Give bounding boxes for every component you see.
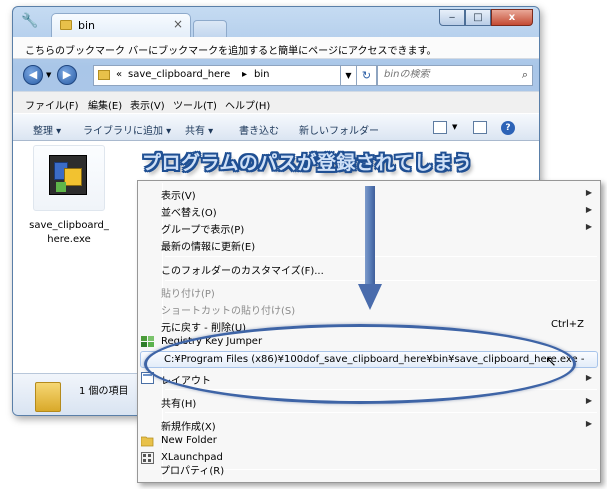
file-name-line1: save_clipboard_ [29, 220, 109, 231]
folder-icon [98, 70, 110, 80]
command-bar: 整理 ▾ ライブラリに追加 ▾ 共有 ▾ 書き込む 新しいフォルダー ▼ ? [13, 113, 539, 141]
menu-item-label: 貼り付け(P) [161, 289, 215, 300]
breadcrumb-bin[interactable]: bin [254, 69, 269, 80]
add-to-library-button[interactable]: ライブラリに追加 ▾ [83, 122, 171, 137]
menu-item-label: このフォルダーのカスタマイズ(F)... [161, 266, 324, 277]
menu-edit[interactable]: 編集(E) [88, 97, 122, 112]
breadcrumb-overflow[interactable]: « [116, 69, 122, 80]
menu-item-label: 並べ替え(O) [161, 208, 217, 219]
address-dropdown-icon[interactable]: ▼ [341, 65, 357, 86]
minimize-button[interactable]: ‒ [439, 9, 465, 26]
address-bar[interactable]: « save_clipboard_here ▸ bin [93, 65, 341, 86]
breadcrumb-save-clipboard-here[interactable]: save_clipboard_here [128, 69, 230, 80]
search-icon[interactable]: ⌕ [522, 68, 528, 82]
search-input[interactable] [384, 69, 514, 80]
maximize-button[interactable]: □ [465, 9, 491, 26]
menu-view[interactable]: 表示(V) [130, 97, 165, 112]
annotation-arrow-head [358, 284, 382, 310]
organize-button[interactable]: 整理 ▾ [33, 122, 61, 137]
refresh-icon[interactable]: ↻ [357, 65, 377, 86]
file-name-line2: here.exe [47, 234, 91, 245]
help-icon[interactable]: ? [501, 121, 515, 135]
forward-button[interactable]: ▶ [57, 65, 77, 85]
item-count: 1 個の項目 [79, 386, 129, 397]
wrench-icon[interactable]: 🔧 [21, 13, 39, 31]
tab-close-button[interactable]: × [173, 17, 183, 31]
tab-bin[interactable]: bin × [51, 13, 191, 37]
menu-file[interactable]: ファイル(F) [25, 97, 79, 112]
menu-help[interactable]: ヘルプ(H) [225, 97, 270, 112]
menu-separator [165, 256, 597, 257]
preview-pane-icon[interactable] [473, 121, 487, 134]
address-row: ◀ ▶ ▼ « save_clipboard_here ▸ bin ▼ ↻ ⌕ [13, 59, 539, 91]
bookmark-bar-hint: こちらのブックマーク バーにブックマークを追加すると簡単にページにアクセスできま… [25, 46, 437, 57]
menu-bar: ファイル(F) 編集(E) 表示(V) ツール(T) ヘルプ(H) [13, 91, 539, 113]
mouse-cursor-icon: ↖ [545, 354, 557, 370]
menu-item-label: 共有(H) [161, 399, 197, 410]
submenu-arrow-icon: ▶ [585, 222, 592, 231]
menu-item-label: New Folder [161, 435, 217, 446]
menu-item-label: 新規作成(X) [161, 422, 216, 433]
submenu-arrow-icon: ▶ [585, 205, 592, 214]
submenu-arrow-icon: ▶ [585, 188, 592, 197]
menu-item-label: プロパティ(R) [160, 466, 225, 477]
history-dropdown-icon[interactable]: ▼ [46, 71, 51, 79]
menu-item-label: ショートカットの貼り付け(S) [161, 306, 296, 317]
new-folder-button[interactable]: 新しいフォルダー [299, 122, 379, 137]
annotation-caption: プログラムのパスが登録されてしまう [142, 152, 473, 174]
window-controls: ‒ □ x [439, 9, 533, 26]
menu-item-new-folder[interactable]: New Folder [138, 433, 600, 450]
search-box[interactable]: ⌕ [377, 65, 533, 86]
annotation-arrow-shaft [365, 186, 375, 286]
submenu-arrow-icon: ▶ [585, 396, 592, 405]
title-bar: 🔧 bin × ‒ □ x [13, 7, 539, 37]
menu-separator [165, 412, 597, 413]
share-button[interactable]: 共有 ▾ [185, 122, 213, 137]
annotation-ellipse [144, 324, 576, 404]
new-tab-button[interactable] [193, 20, 227, 37]
folder-icon [60, 20, 72, 30]
menu-item-label: 最新の情報に更新(E) [161, 242, 256, 253]
exe-icon[interactable] [49, 155, 87, 195]
menu-item-new[interactable]: 新規作成(X) ▶ [138, 416, 600, 433]
menu-item-shortcut: Ctrl+Z [550, 319, 584, 330]
menu-item-properties[interactable]: プロパティ(R) [137, 460, 601, 477]
file-name-label[interactable]: save_clipboard_ here.exe [27, 219, 111, 247]
folder-icon [141, 436, 154, 447]
burn-button[interactable]: 書き込む [239, 122, 279, 137]
breadcrumb-arrow-icon[interactable]: ▸ [242, 69, 247, 80]
menu-separator [165, 280, 597, 281]
bookmark-bar: こちらのブックマーク バーにブックマークを追加すると簡単にページにアクセスできま… [13, 37, 539, 59]
menu-tools[interactable]: ツール(T) [173, 97, 217, 112]
back-button[interactable]: ◀ [23, 65, 43, 85]
submenu-arrow-icon: ▶ [585, 373, 592, 382]
view-dropdown-icon[interactable]: ▼ [452, 123, 457, 131]
submenu-arrow-icon: ▶ [585, 419, 592, 428]
close-button[interactable]: x [491, 9, 533, 26]
menu-item-label: グループで表示(P) [161, 225, 245, 236]
menu-item-label: 表示(V) [161, 191, 196, 202]
view-options-icon[interactable] [433, 121, 447, 134]
folder-icon [35, 382, 61, 412]
registry-key-jumper-icon [141, 336, 154, 347]
tab-title: bin [78, 19, 96, 32]
